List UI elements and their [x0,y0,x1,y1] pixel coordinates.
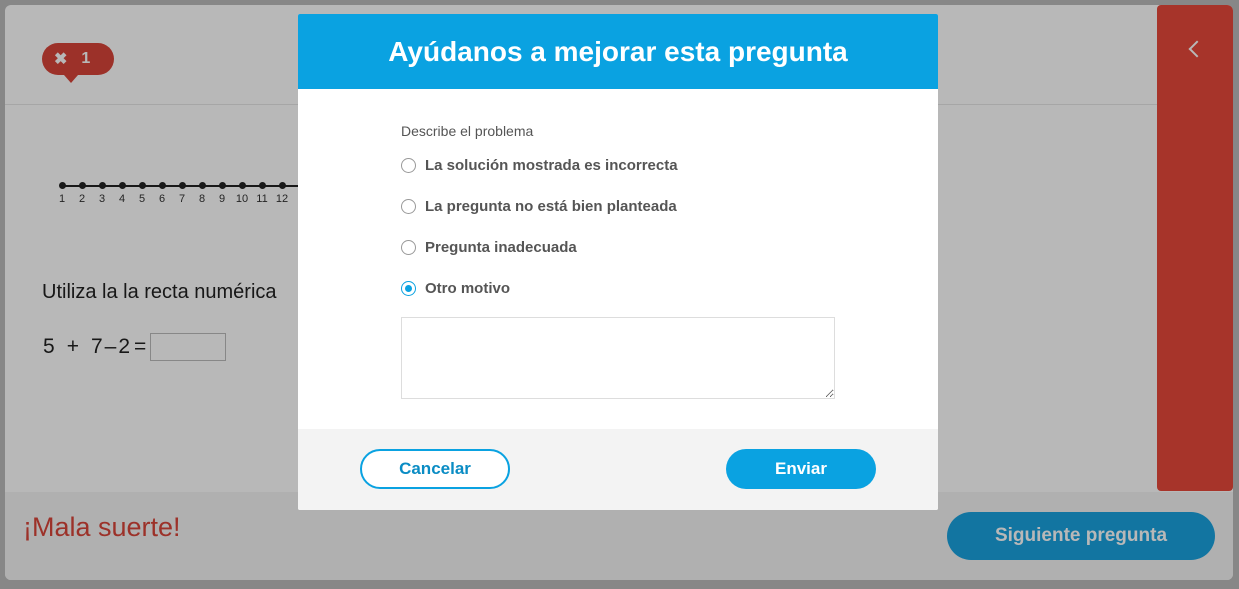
dialog-header: Ayúdanos a mejorar esta pregunta [298,14,938,89]
radio-button[interactable] [401,199,416,214]
option-label: La solución mostrada es incorrecta [425,157,678,174]
option-inappropriate[interactable]: Pregunta inadecuada [401,239,577,256]
option-label: Pregunta inadecuada [425,239,577,256]
option-label: Otro motivo [425,280,510,297]
option-badly-posed[interactable]: La pregunta no está bien planteada [401,198,677,215]
option-label: La pregunta no está bien planteada [425,198,677,215]
send-button[interactable]: Enviar [726,449,876,489]
option-other-reason[interactable]: Otro motivo [401,280,510,297]
radio-button[interactable] [401,240,416,255]
report-dialog: Ayúdanos a mejorar esta pregunta Describ… [298,14,938,510]
describe-label: Describe el problema [401,123,534,139]
dialog-footer: Cancelar Enviar [298,429,938,510]
comment-textarea[interactable] [401,317,835,399]
cancel-button[interactable]: Cancelar [360,449,510,489]
option-incorrect-solution[interactable]: La solución mostrada es incorrecta [401,157,678,174]
dialog-title: Ayúdanos a mejorar esta pregunta [388,35,848,67]
radio-button-selected[interactable] [401,281,416,296]
dialog-body: Describe el problema La solución mostrad… [298,89,938,429]
radio-button[interactable] [401,158,416,173]
